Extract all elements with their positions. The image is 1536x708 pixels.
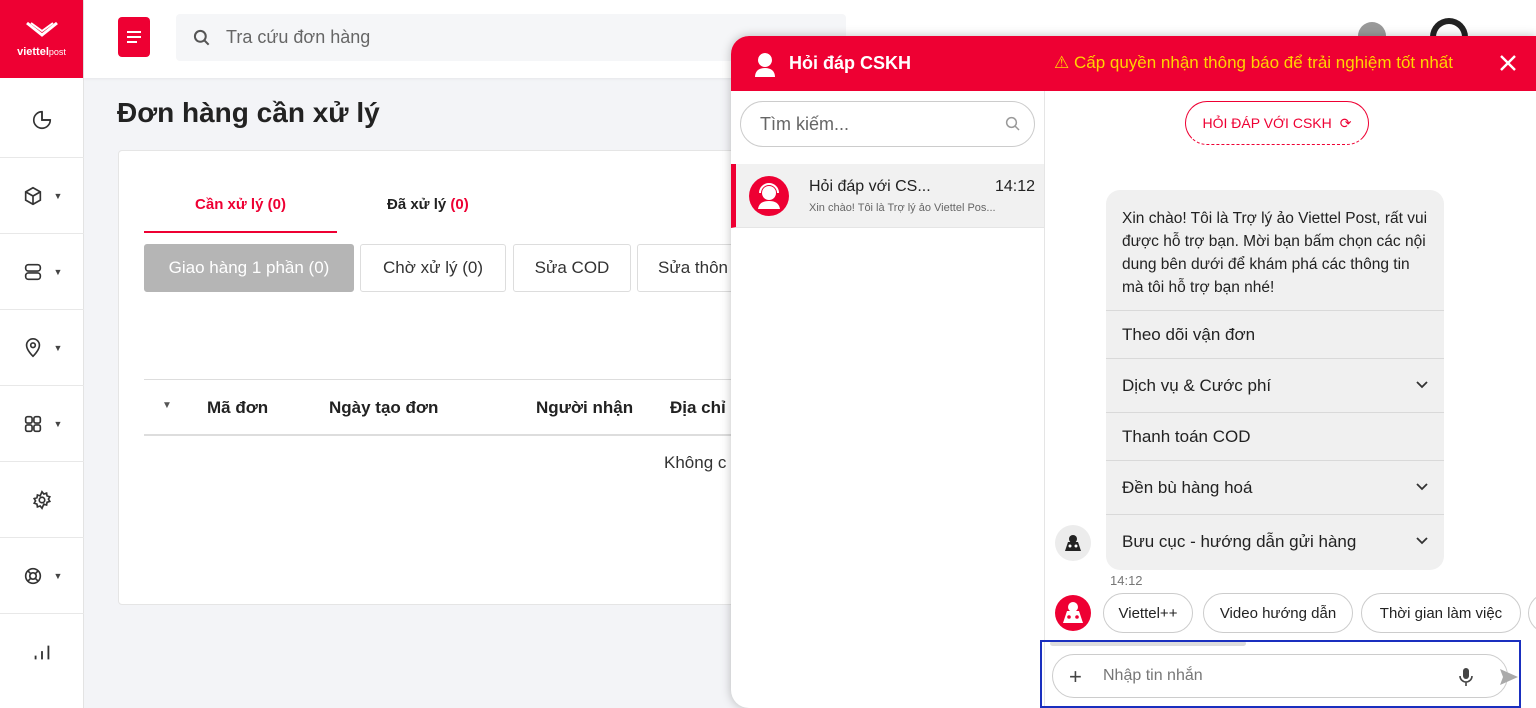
grid-icon [24,415,41,432]
bot-avatar-red-icon [1055,595,1091,631]
bot-avatar-icon [1055,525,1091,561]
option-services-fees[interactable]: Dịch vụ & Cước phí [1106,358,1444,412]
chevron-down-icon [1416,381,1428,389]
chat-search-input[interactable]: Tìm kiếm... [740,101,1035,147]
conversation-preview: Xin chào! Tôi là Trợ lý ảo Viettel Pos..… [809,202,996,214]
send-icon[interactable] [1498,666,1520,688]
message-input[interactable]: + Nhập tin nhắn [1052,654,1518,698]
conversation-item[interactable]: Hỏi đáp với CS... 14:12 Xin chào! Tôi là… [731,164,1044,228]
option-label: Thanh toán COD [1122,426,1251,446]
option-post-office-guide[interactable]: Bưu cục - hướng dẫn gửi hàng [1106,514,1444,568]
quick-reply-more[interactable] [1528,593,1536,633]
option-track-shipment[interactable]: Theo dõi vận đơn [1106,310,1444,358]
pie-chart-icon [32,110,52,129]
sidebar-item-orders[interactable]: ▼ [0,158,84,234]
box-icon [24,186,41,205]
ask-cskh-label: HỎI ĐÁP VỚI CSKH [1202,115,1332,131]
gear-icon [32,489,52,510]
server-icon [24,263,41,280]
option-label: Dịch vụ & Cước phí [1122,375,1272,395]
ask-cskh-button[interactable]: HỎI ĐÁP VỚI CSKH ⟳ [1185,101,1369,145]
caret-down-icon: ▼ [53,570,63,581]
conversation-list: Tìm kiếm... Hỏi đáp với CS... 14:12 Xin … [731,91,1045,708]
support-chat-panel: Hỏi đáp CSKH ⚠ Cấp quyền nhận thông báo … [731,36,1536,708]
option-label: Theo dõi vận đơn [1122,324,1256,344]
caret-down-icon: ▼ [53,190,63,201]
search-placeholder: Tra cứu đơn hàng [226,27,371,47]
page-title: Đơn hàng cần xử lý [117,97,380,128]
column-address[interactable]: Địa chỉ [670,398,726,418]
subtab-waiting[interactable]: Chờ xử lý (0) [360,244,506,292]
refresh-icon: ⟳ [1339,114,1352,131]
chevron-down-icon [1416,537,1428,545]
tab-processed[interactable]: Đã xử lý (0) [387,196,469,213]
orders-card: Cần xử lý (0) Đã xử lý (0) Giao hàng 1 p… [118,150,758,605]
chat-title: Hỏi đáp CSKH [789,53,912,73]
option-compensation[interactable]: Đền bù hàng hoá [1106,460,1444,514]
bot-message-text: Xin chào! Tôi là Trợ lý ảo Viettel Post,… [1122,210,1428,296]
caret-down-icon: ▼ [53,342,63,353]
sort-caret-icon[interactable]: ▼ [162,400,172,411]
notification-permission-warning[interactable]: ⚠ Cấp quyền nhận thông báo để trải nghiệ… [1054,53,1453,73]
conversation-name: Hỏi đáp với CS... [809,178,931,195]
column-order-code[interactable]: Mã đơn [207,398,268,418]
logo-mark-icon [25,21,59,42]
quick-reply-working-hours[interactable]: Thời gian làm việc [1361,593,1521,633]
robot-icon [1065,535,1081,551]
lifebuoy-icon [24,567,41,584]
menu-icon [127,31,141,43]
location-pin-icon [25,337,40,357]
search-icon [1005,116,1020,131]
chevron-down-icon [1416,483,1428,491]
sidebar-item-settings[interactable] [0,462,84,538]
menu-toggle-button[interactable] [118,17,150,57]
robot-icon [1063,602,1083,623]
search-icon [193,29,210,45]
tab-processed-label: Đã xử lý [387,196,447,213]
column-recipient[interactable]: Người nhận [536,398,633,418]
tab-pending[interactable]: Cần xử lý (0) [144,196,337,233]
close-chat-button[interactable] [1499,48,1517,79]
conversation-avatar [749,176,789,216]
tab-pending-label: Cần xử lý [195,196,264,213]
tab-pending-count: (0) [267,196,286,213]
sidebar-item-location[interactable]: ▼ [0,310,84,386]
bot-message-bubble: Xin chào! Tôi là Trợ lý ảo Viettel Post,… [1106,190,1444,570]
message-input-placeholder: Nhập tin nhắn [1103,667,1203,684]
subtab-partial-delivery[interactable]: Giao hàng 1 phần (0) [144,244,354,292]
support-agent-icon [758,183,780,209]
empty-table-text: Không c [664,453,727,472]
message-input-area: + Nhập tin nhắn [1040,640,1521,708]
caret-down-icon: ▼ [53,266,63,277]
chat-header: Hỏi đáp CSKH ⚠ Cấp quyền nhận thông báo … [731,36,1536,91]
table-header: ▼ Mã đơn Ngày tạo đơn Người nhận Địa chỉ [144,379,757,436]
sidebar-item-reports[interactable] [0,614,84,690]
subtab-edit-cod[interactable]: Sửa COD [513,244,631,292]
microphone-icon[interactable] [1458,666,1474,688]
logo-text: viettelpost [17,45,66,58]
message-timestamp: 14:12 [1110,573,1143,588]
viettel-post-logo[interactable]: viettelpost [0,0,83,78]
option-label: Đền bù hàng hoá [1122,477,1253,497]
quick-reply-viettel-plus[interactable]: Viettel++ [1103,593,1193,633]
sidebar-item-support[interactable]: ▼ [0,538,84,614]
chat-messages-pane: HỎI ĐÁP VỚI CSKH ⟳ Xin chào! Tôi là Trợ … [1046,91,1536,708]
bar-chart-icon [34,645,50,660]
option-label: Bưu cục - hướng dẫn gửi hàng [1122,531,1357,551]
close-icon [1500,55,1516,71]
conversation-time: 14:12 [994,178,1035,195]
add-attachment-icon[interactable]: + [1069,664,1082,690]
column-created-date[interactable]: Ngày tạo đơn [329,398,438,418]
quick-reply-video-guide[interactable]: Video hướng dẫn [1203,593,1353,633]
sidebar-item-dashboard[interactable] [0,82,84,158]
sidebar-item-storage[interactable]: ▼ [0,234,84,310]
sidebar-item-apps[interactable]: ▼ [0,386,84,462]
option-cod-payment[interactable]: Thanh toán COD [1106,412,1444,460]
tab-processed-count: (0) [450,196,469,213]
caret-down-icon: ▼ [53,418,63,429]
chat-search-placeholder: Tìm kiếm... [760,113,849,134]
support-agent-icon [755,51,775,77]
sidebar: viettelpost ▼ ▼ ▼ ▼ ▼ [0,0,84,708]
